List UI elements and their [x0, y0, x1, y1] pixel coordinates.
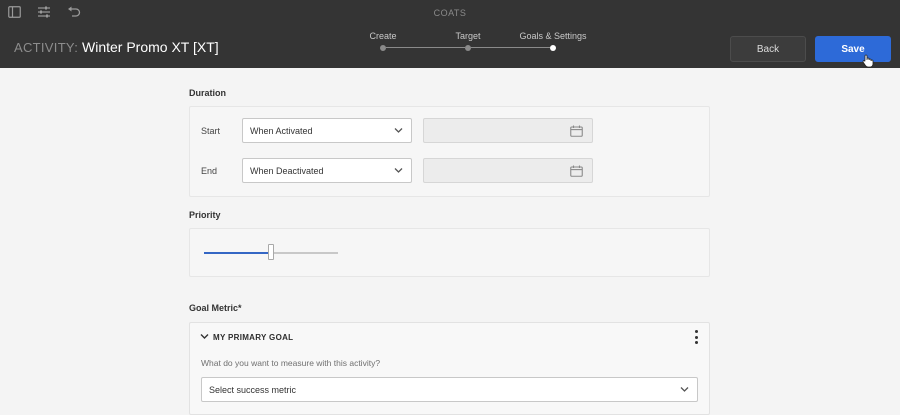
chevron-down-icon — [394, 128, 403, 133]
step-goals-dot[interactable] — [550, 45, 556, 51]
calendar-icon[interactable] — [570, 165, 583, 177]
end-date-field[interactable] — [423, 158, 593, 183]
step-connector — [471, 47, 550, 48]
goal-metric-title: Goal Metric* — [189, 303, 242, 313]
step-target-label[interactable]: Target — [455, 31, 480, 41]
back-button[interactable]: Back — [730, 36, 806, 62]
priority-title: Priority — [189, 210, 221, 220]
step-create-dot[interactable] — [380, 45, 386, 51]
end-label: End — [201, 166, 218, 176]
success-metric-select[interactable]: Select success metric — [201, 377, 698, 402]
start-label: Start — [201, 126, 221, 136]
top-bar: COATS ACTIVITY: Winter Promo XT [XT] Cre… — [0, 0, 900, 68]
step-connector — [386, 47, 465, 48]
chevron-down-icon — [680, 387, 689, 392]
chevron-down-icon — [394, 168, 403, 173]
step-create-label[interactable]: Create — [369, 31, 396, 41]
priority-slider-handle[interactable] — [268, 244, 274, 260]
save-button[interactable]: Save — [815, 36, 891, 62]
start-select[interactable]: When Activated — [242, 118, 412, 143]
pointer-cursor-icon — [862, 54, 874, 73]
step-goals-label[interactable]: Goals & Settings — [519, 31, 586, 41]
success-metric-value: Select success metric — [209, 384, 297, 395]
calendar-icon[interactable] — [570, 125, 583, 137]
chevron-down-icon[interactable] — [200, 333, 209, 340]
more-options-icon[interactable] — [693, 330, 699, 344]
end-select-value: When Deactivated — [250, 165, 324, 176]
start-date-field[interactable] — [423, 118, 593, 143]
step-target-dot[interactable] — [465, 45, 471, 51]
duration-title: Duration — [189, 88, 226, 98]
start-select-value: When Activated — [250, 125, 313, 136]
primary-goal-heading[interactable]: MY PRIMARY GOAL — [213, 333, 293, 342]
end-select[interactable]: When Deactivated — [242, 158, 412, 183]
priority-slider-fill — [204, 252, 271, 254]
goal-question: What do you want to measure with this ac… — [201, 358, 381, 368]
